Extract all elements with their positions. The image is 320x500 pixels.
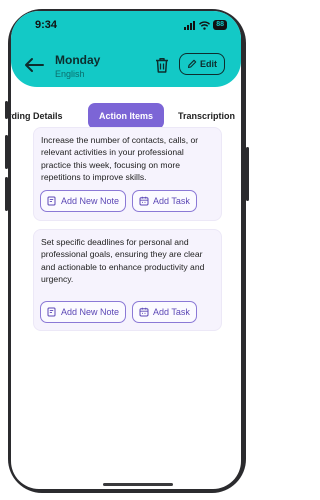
back-arrow-icon[interactable] bbox=[23, 57, 45, 73]
calendar-icon bbox=[139, 196, 149, 206]
status-time: 9:34 bbox=[35, 19, 58, 31]
volume-down-button bbox=[5, 177, 8, 211]
add-note-button[interactable]: Add New Note bbox=[40, 301, 127, 323]
edit-button[interactable]: Edit bbox=[179, 53, 225, 75]
signal-icon bbox=[184, 20, 196, 30]
volume-up-button bbox=[5, 135, 8, 169]
add-task-label: Add Task bbox=[153, 307, 190, 317]
action-item-card: Set specific deadlines for personal and … bbox=[33, 229, 222, 331]
power-button bbox=[246, 147, 249, 201]
home-indicator bbox=[103, 483, 173, 486]
add-note-label: Add New Note bbox=[61, 307, 120, 317]
tab-transcription[interactable]: Transcription bbox=[178, 103, 235, 129]
battery-icon: 88 bbox=[213, 20, 227, 30]
action-item-text: Increase the number of contacts, calls, … bbox=[41, 135, 199, 183]
pencil-icon bbox=[187, 59, 197, 69]
app-screen: 9:34 88 Monday English Edit rding Detail… bbox=[11, 11, 241, 489]
language-subtitle: English bbox=[55, 69, 85, 79]
add-note-label: Add New Note bbox=[61, 196, 120, 206]
edit-label: Edit bbox=[200, 59, 217, 69]
wifi-icon bbox=[199, 20, 211, 30]
page-title: Monday bbox=[55, 53, 101, 67]
add-task-button[interactable]: Add Task bbox=[132, 190, 197, 212]
action-item-text: Set specific deadlines for personal and … bbox=[41, 237, 205, 285]
status-icons: 88 bbox=[184, 20, 227, 30]
card-actions: Add New Note Add Task bbox=[40, 301, 197, 323]
calendar-icon bbox=[139, 307, 149, 317]
tab-action-items[interactable]: Action Items bbox=[88, 103, 164, 129]
add-task-button[interactable]: Add Task bbox=[132, 301, 197, 323]
add-task-label: Add Task bbox=[153, 196, 190, 206]
header-bar: 9:34 88 Monday English Edit bbox=[11, 11, 241, 87]
tab-recording-details[interactable]: rding Details bbox=[11, 103, 63, 129]
note-icon bbox=[47, 307, 56, 317]
action-item-card: Increase the number of contacts, calls, … bbox=[33, 127, 222, 221]
tab-bar: rding Details Action Items Transcription bbox=[11, 103, 241, 129]
card-actions: Add New Note Add Task bbox=[40, 190, 197, 212]
add-note-button[interactable]: Add New Note bbox=[40, 190, 127, 212]
note-icon bbox=[47, 196, 56, 206]
trash-icon[interactable] bbox=[153, 56, 171, 74]
mute-switch bbox=[5, 101, 8, 119]
